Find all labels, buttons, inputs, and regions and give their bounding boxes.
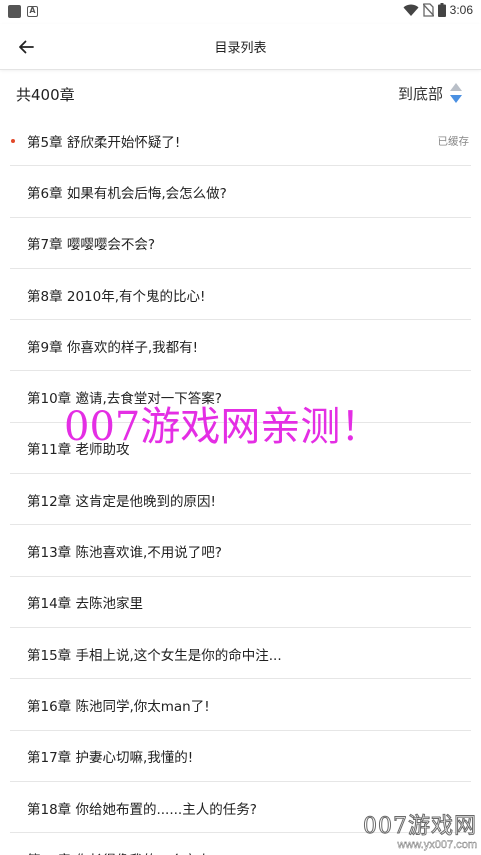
chapter-row[interactable]: 第11章 老师助攻 [0,423,481,475]
chapter-title: 第13章 陈池喜欢谁,不用说了吧? [27,545,222,562]
current-chapter-dot-icon [11,138,15,143]
chapter-title: 第9章 你喜欢的样子,我都有! [27,339,199,356]
chapter-title: 第17章 护妻心切嘛,我懂的! [27,750,194,767]
chapter-row[interactable]: 第6章 如果有机会后悔,会怎么做? [0,166,481,218]
chapter-title: 第6章 如果有机会后悔,会怎么做? [27,185,227,202]
chapter-list: 第5章 舒欣柔开始怀疑了! 已缓存第6章 如果有机会后悔,会怎么做? 第7章 嘤嘤嘤… [0,115,481,855]
chapter-row[interactable]: 第16章 陈池同学,你太man了! [0,679,481,731]
cached-status: 已缓存 [437,135,470,148]
chapter-row[interactable]: 第18章 你给她布置的......主人的任务? [0,782,481,834]
chapter-title: 第15章 手相上说,这个女生是你的命中注... [27,647,282,664]
chapter-title: 第14章 去陈池家里 [27,596,143,613]
chapter-count: 共400章 [16,86,75,104]
chapter-row[interactable]: 第10章 邀请,去食堂对一下答案? [0,371,481,423]
chapter-title: 第12章 这肯定是他晚到的原因! [27,493,216,510]
chapter-title: 第11章 老师助攻 [27,442,130,459]
chapter-row[interactable]: 第14章 去陈池家里 [0,577,481,628]
wifi-icon [403,4,419,16]
chapter-title: 第10章 邀请,去食堂对一下答案? [27,391,222,408]
status-time: 3:06 [449,3,473,17]
chapter-title: 第18章 你给她布置的......主人的任务? [27,801,257,818]
to-bottom-label: 到底部 [397,84,443,103]
chapter-row[interactable]: 第8章 2010年,有个鬼的比心! [0,269,481,321]
chapter-title: 第8章 2010年,有个鬼的比心! [27,288,206,305]
chapter-row[interactable]: 第5章 舒欣柔开始怀疑了! 已缓存 [0,115,481,167]
battery-icon [437,3,446,17]
chapter-title: 第5章 舒欣柔开始怀疑了! [27,134,181,151]
scroll-to-bottom-button[interactable]: 到底部 [398,82,463,104]
chapter-row[interactable]: 第13章 陈池喜欢谁,不用说了吧? [0,525,481,577]
chapter-row[interactable]: 第9章 你喜欢的样子,我都有! [0,320,481,372]
chapter-row[interactable]: 第15章 手相上说,这个女生是你的命中注... [0,628,481,680]
status-bar: A 3:06 [0,0,481,24]
no-sim-icon [422,3,434,17]
page-title: 目录列表 [214,41,267,56]
chapter-row[interactable]: 第7章 嘤嘤嘤会不会? [0,218,481,269]
chapter-row[interactable]: 第19章 你长得像我的一个亲人! [0,833,481,855]
sort-up-down-icon [450,83,462,103]
notification-square-icon [8,5,21,18]
chapter-title: 第19章 你长得像我的一个亲人! [27,849,216,855]
chapter-title: 第16章 陈池同学,你太man了! [27,698,210,715]
chapter-row[interactable]: 第17章 护妻心切嘛,我懂的! [0,731,481,782]
a-letter-icon: A [27,6,38,17]
catalog-summary: 共400章 到底部 [0,80,481,110]
chapter-title: 第7章 嘤嘤嘤会不会? [27,237,156,254]
app-bar: 目录列表 [0,24,481,70]
chapter-row[interactable]: 第12章 这肯定是他晚到的原因! [0,474,481,526]
